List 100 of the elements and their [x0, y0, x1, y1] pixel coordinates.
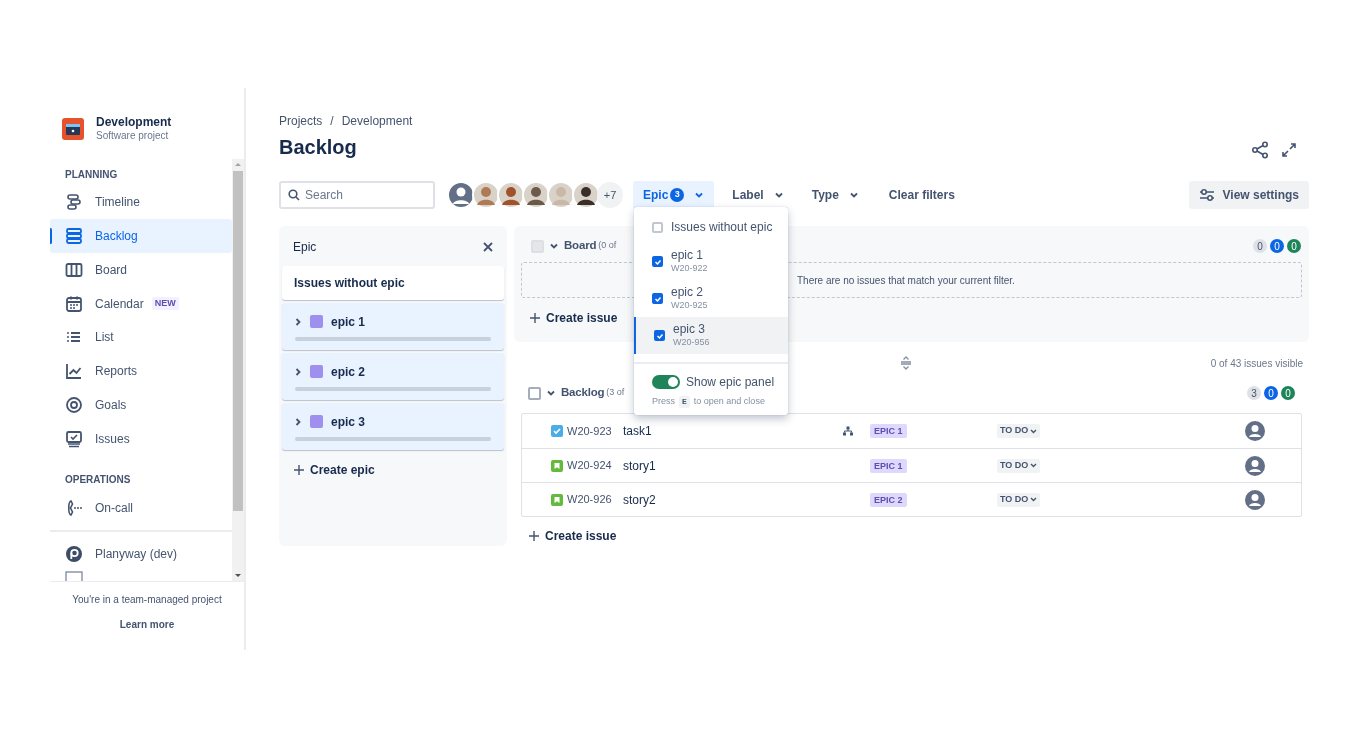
toggle-switch[interactable] [652, 375, 680, 389]
count-badge: 0 [1287, 239, 1301, 253]
issue-count: (3 of [606, 386, 625, 400]
breadcrumb-link[interactable]: Development [341, 112, 413, 130]
nav-item[interactable]: Reports [50, 354, 232, 389]
panel-title: Epic [293, 239, 317, 256]
chevron-right-icon[interactable] [294, 417, 302, 426]
checkbox[interactable] [654, 330, 665, 341]
avatar[interactable] [497, 181, 525, 209]
assignee-avatar[interactable] [1244, 488, 1266, 511]
search-icon [288, 189, 300, 201]
timeline-icon [65, 193, 83, 212]
hint-text: Press [652, 395, 675, 408]
page-title: Backlog [279, 135, 357, 160]
breadcrumb-link[interactable]: Projects [279, 112, 323, 130]
project-name: Development [96, 115, 172, 130]
count-badge: 0 [1281, 386, 1295, 400]
issue-key[interactable]: W20-926 [567, 491, 623, 508]
epic-tag: EPIC 2 [870, 492, 907, 507]
more-avatars-count[interactable]: +7 [597, 182, 623, 208]
nav-item[interactable]: Backlog [50, 219, 232, 254]
menu-option[interactable]: epic 3 W20-956 [634, 317, 788, 354]
breadcrumb-separator: / [330, 113, 334, 130]
chart-icon [65, 362, 83, 381]
share-icon[interactable] [1251, 141, 1269, 159]
issue-key[interactable]: W20-924 [567, 457, 623, 474]
filter-dropdown[interactable]: Type [801, 181, 869, 209]
issue-row[interactable]: W20-923 task1 EPIC 1 TO DO [522, 414, 1301, 448]
clear-filters-button[interactable]: Clear filters [878, 181, 965, 209]
story-icon [551, 493, 563, 506]
nav-item[interactable]: Timeline [50, 185, 232, 220]
check-icon [655, 331, 664, 340]
chevron-down-icon [848, 190, 859, 200]
expand-icon[interactable] [1281, 142, 1297, 158]
checkbox[interactable] [528, 386, 541, 400]
issue-key[interactable]: W20-923 [567, 422, 623, 440]
check-icon [653, 257, 662, 266]
nav-item[interactable]: Issues [50, 421, 232, 456]
issue-summary: story2 [623, 491, 657, 509]
search-field[interactable]: Search [279, 181, 435, 209]
status-dropdown[interactable]: TO DO [997, 424, 1041, 438]
option-label: Issues without epic [671, 219, 773, 235]
status-dropdown[interactable]: TO DO [997, 458, 1041, 473]
nav-item[interactable]: Planyway (dev) [50, 537, 232, 572]
checkbox[interactable] [652, 256, 663, 267]
create-issue-button[interactable]: Create issue [529, 526, 1309, 546]
sprint-name: Board [564, 238, 597, 254]
avatar[interactable] [522, 181, 550, 209]
check-icon [653, 294, 662, 303]
checkbox[interactable] [652, 293, 663, 304]
assignee-avatar[interactable] [1244, 420, 1266, 442]
scrollbar[interactable] [232, 158, 244, 581]
plus-icon [294, 465, 304, 475]
epic-card[interactable]: epic 1 [282, 303, 504, 350]
nav-item[interactable]: On-call [50, 490, 232, 525]
filter-dropdown[interactable]: Epic 3 [633, 181, 715, 209]
epic-name: epic 2 [331, 363, 366, 381]
epic-name: epic 3 [331, 413, 366, 431]
chevron-down-icon [1030, 462, 1038, 469]
epic-name: epic 1 [331, 313, 366, 331]
hint-text: to open and close [693, 395, 765, 408]
checkbox[interactable] [652, 221, 663, 233]
footer-text: You're in a team-managed project [72, 593, 222, 607]
issue-count: (0 of [598, 239, 617, 253]
drag-handle-icon[interactable] [900, 356, 912, 370]
status-dropdown[interactable]: TO DO [997, 492, 1041, 507]
target-icon [65, 395, 83, 414]
assignee-avatar[interactable] [1244, 454, 1266, 477]
chevron-right-icon[interactable] [294, 367, 302, 376]
project-type: Software project [96, 130, 170, 143]
plus-icon [530, 313, 540, 323]
menu-option[interactable]: epic 1 W20-922 [634, 243, 788, 280]
chevron-down-icon [694, 190, 705, 200]
epic-card[interactable]: Issues without epic [282, 266, 504, 300]
create-epic-button[interactable]: Create epic [282, 460, 504, 480]
task-icon [551, 425, 563, 437]
menu-option[interactable]: epic 2 W20-925 [634, 280, 788, 317]
chevron-down-icon [1030, 496, 1038, 503]
sliders-icon [1198, 188, 1215, 202]
issue-row[interactable]: W20-926 story2 EPIC 2 TO DO [522, 482, 1301, 516]
epic-card[interactable]: epic 2 [282, 353, 504, 400]
nav-item[interactable]: Calendar NEW [50, 286, 232, 321]
window-icon [65, 571, 83, 581]
avatar[interactable] [572, 181, 600, 209]
nav-item[interactable]: Goals [50, 388, 232, 422]
nav-item[interactable]: List [50, 320, 232, 355]
board-icon [65, 260, 83, 279]
epic-card[interactable]: epic 3 [282, 403, 504, 450]
nav-item[interactable]: Board [50, 253, 232, 287]
issue-row[interactable]: W20-924 story1 EPIC 1 TO DO [522, 448, 1301, 482]
menu-option[interactable]: Issues without epic [634, 213, 788, 241]
learn-more-link[interactable]: Learn more [119, 617, 175, 632]
chevron-down-icon[interactable] [546, 388, 556, 398]
view-settings-button[interactable]: View settings [1188, 181, 1309, 209]
section-heading: PLANNING [64, 167, 119, 182]
epic-key: W20-922 [671, 263, 708, 275]
chevron-right-icon[interactable] [294, 317, 302, 326]
phone-icon [65, 498, 83, 517]
close-icon[interactable] [483, 242, 493, 252]
epic-tag: EPIC 1 [870, 458, 907, 473]
